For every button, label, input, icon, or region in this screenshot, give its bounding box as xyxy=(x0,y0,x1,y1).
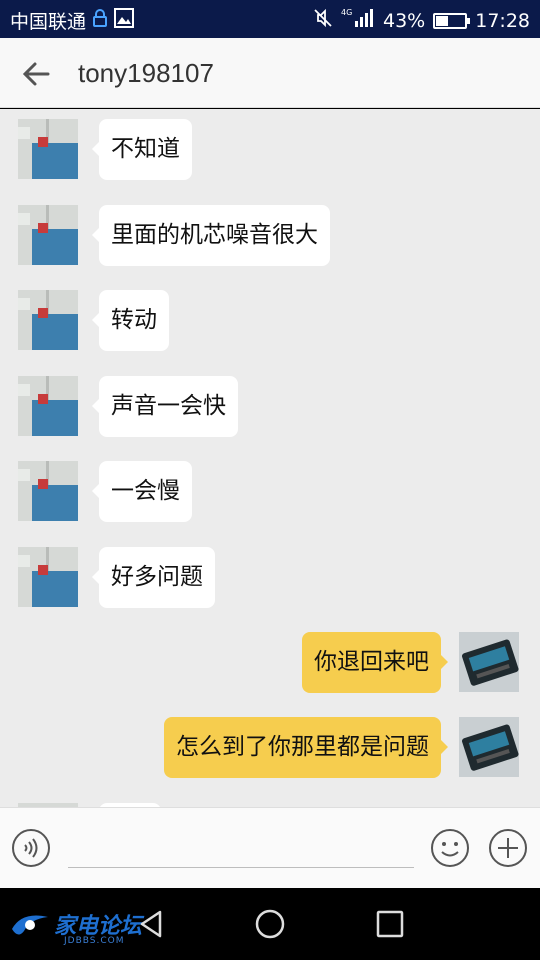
outgoing-message-bubble[interactable]: 怎么到了你那里都是问题 xyxy=(164,717,448,778)
contact-avatar[interactable] xyxy=(18,547,78,607)
watermark-logo-icon xyxy=(12,915,48,935)
lock-icon xyxy=(92,8,108,33)
smiley-icon[interactable] xyxy=(430,828,470,868)
image-notification-icon xyxy=(114,8,135,33)
incoming-message-bubble[interactable]: 里面的机芯噪音很大 xyxy=(92,205,330,266)
forum-watermark: 家电论坛 JDBBS.COM xyxy=(8,908,142,946)
triangle-back-icon[interactable] xyxy=(134,906,170,942)
my-avatar[interactable] xyxy=(459,717,519,777)
mute-icon xyxy=(313,8,333,33)
contact-avatar[interactable] xyxy=(18,376,78,436)
system-nav-bar: 家电论坛 JDBBS.COM xyxy=(0,888,540,960)
contact-avatar[interactable] xyxy=(18,461,78,521)
composer-bar xyxy=(0,807,540,888)
watermark-subtext: JDBBS.COM xyxy=(64,936,125,946)
contact-name: tony198107 xyxy=(78,58,214,88)
contact-avatar[interactable] xyxy=(18,205,78,265)
incoming-message-bubble[interactable]: 好多问题 xyxy=(92,547,215,608)
battery-icon xyxy=(433,12,471,29)
svg-text:4G: 4G xyxy=(341,8,352,17)
signal-icon: 4G xyxy=(341,7,375,34)
clock: 17:28 xyxy=(475,9,530,32)
plus-icon[interactable] xyxy=(488,828,528,868)
carrier-label: 中国联通 xyxy=(10,11,87,33)
incoming-message-bubble[interactable]: 一会慢 xyxy=(92,461,192,522)
status-bar: 中国联通 4G 43% 17:28 xyxy=(0,0,540,38)
square-recent-icon[interactable] xyxy=(372,906,408,942)
voice-input-icon[interactable] xyxy=(11,828,51,868)
message-input[interactable] xyxy=(68,822,414,868)
my-avatar[interactable] xyxy=(459,632,519,692)
incoming-message-bubble[interactable]: 转动 xyxy=(92,290,169,351)
contact-avatar[interactable] xyxy=(18,290,78,350)
battery-percent: 43% xyxy=(383,9,426,32)
battery-fill xyxy=(436,15,449,26)
incoming-message-bubble[interactable]: 不知道 xyxy=(92,119,192,180)
contact-avatar[interactable] xyxy=(18,119,78,179)
circle-home-icon[interactable] xyxy=(252,906,288,942)
back-arrow-icon[interactable] xyxy=(18,56,54,92)
message-list[interactable]: 不知道 里面的机芯噪音很大 转动 声音一会快 一会慢 好多问题 你退回来吧 怎么… xyxy=(0,109,540,807)
incoming-message-bubble[interactable]: 声音一会快 xyxy=(92,376,238,437)
chat-header: tony198107 xyxy=(0,38,540,108)
outgoing-message-bubble[interactable]: 你退回来吧 xyxy=(302,632,448,693)
